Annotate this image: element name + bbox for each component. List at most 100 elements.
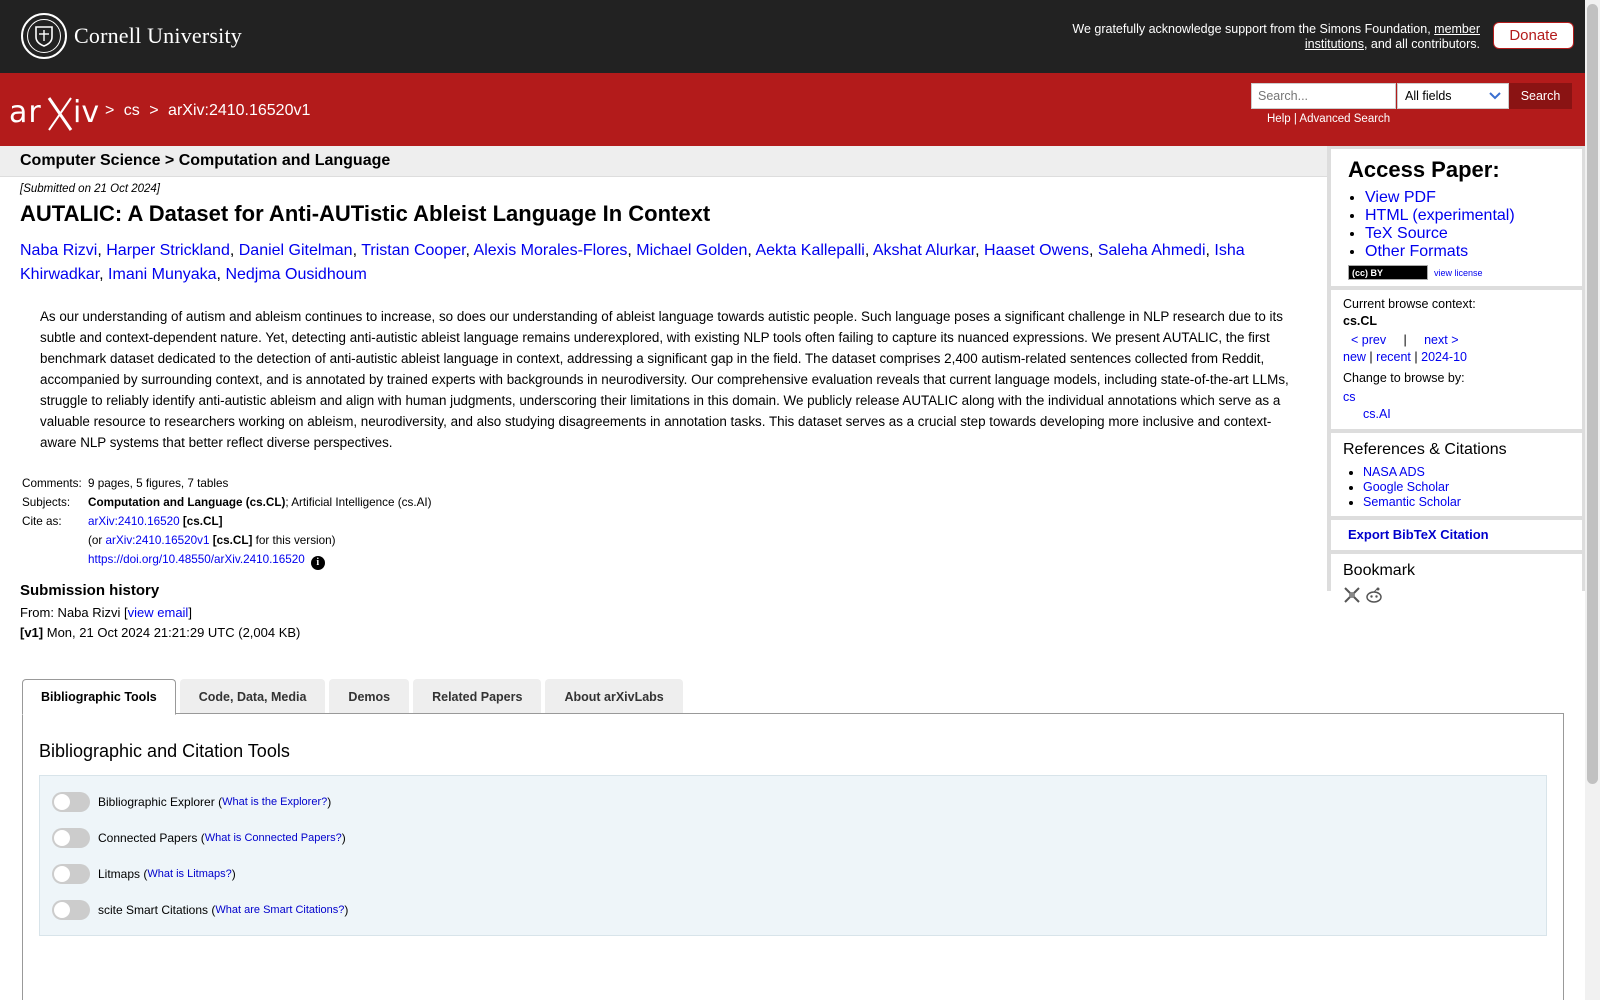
- search-links: Help | Advanced Search: [1267, 113, 1391, 125]
- tab-bibliographic-tools[interactable]: Bibliographic Tools: [22, 679, 176, 715]
- crumb-cs[interactable]: cs: [124, 102, 140, 119]
- author-link[interactable]: Tristan Cooper: [361, 242, 465, 259]
- references-citations: References & Citations NASA ADS Google S…: [1331, 433, 1582, 516]
- info-icon[interactable]: i: [310, 555, 325, 570]
- support-text: We gratefully acknowledge support from t…: [1072, 22, 1480, 51]
- author-link[interactable]: Nedjma Ousidhoum: [225, 266, 366, 283]
- category-header: Computer Science > Computation and Langu…: [0, 146, 1327, 177]
- author-separator: ,: [99, 266, 109, 283]
- semantic-scholar-link[interactable]: Semantic Scholar: [1363, 495, 1461, 509]
- author-link[interactable]: Naba Rizvi: [20, 242, 97, 259]
- author-link[interactable]: Harper Strickland: [106, 242, 230, 259]
- cite-id-link[interactable]: arXiv:2410.16520: [88, 515, 180, 528]
- author-link[interactable]: Michael Golden: [636, 242, 747, 259]
- tab-about-arxivlabs[interactable]: About arXivLabs: [545, 679, 683, 713]
- view-pdf-link[interactable]: View PDF: [1365, 189, 1436, 206]
- connected-papers-help-link[interactable]: What is Connected Papers?: [205, 832, 342, 844]
- donate-button[interactable]: Donate: [1493, 22, 1574, 49]
- connected-papers-toggle[interactable]: [52, 828, 90, 848]
- browse-context: Current browse context: cs.CL < prev | n…: [1331, 290, 1582, 429]
- litmaps-toggle[interactable]: [52, 864, 90, 884]
- tex-source-link[interactable]: TeX Source: [1365, 225, 1448, 242]
- doi-row: https://doi.org/10.48550/arXiv.2410.1652…: [86, 551, 434, 574]
- tab-related-papers[interactable]: Related Papers: [413, 679, 542, 713]
- author-separator: ,: [975, 242, 985, 259]
- author-separator: ,: [465, 242, 474, 259]
- cornell-header: Cornell University We gratefully acknowl…: [0, 0, 1585, 73]
- prev-link[interactable]: < prev: [1351, 333, 1386, 347]
- tab-demos[interactable]: Demos: [329, 679, 410, 713]
- author-link[interactable]: Haaset Owens: [984, 242, 1089, 259]
- author-link[interactable]: Daniel Gitelman: [239, 242, 353, 259]
- litmaps-help-link[interactable]: What is Litmaps?: [147, 868, 231, 880]
- right-sidebar: Access Paper: View PDF HTML (experimenta…: [1327, 146, 1585, 610]
- svg-text:ar: ar: [9, 95, 42, 130]
- author-separator: ,: [864, 242, 873, 259]
- submitted-date: [Submitted on 21 Oct 2024]: [20, 183, 161, 195]
- recent-link[interactable]: recent: [1376, 350, 1411, 364]
- search-button[interactable]: Search: [1509, 83, 1572, 109]
- doi-link[interactable]: https://doi.org/10.48550/arXiv.2410.1652…: [88, 553, 305, 566]
- tool-row: scite Smart Citations (What are Smart Ci…: [52, 900, 348, 920]
- subjects-value: Computation and Language (cs.CL); Artifi…: [88, 496, 432, 509]
- submission-history-title: Submission history: [20, 581, 160, 599]
- scite-help-link[interactable]: What are Smart Citations?: [215, 904, 344, 916]
- tab-panel: Bibliographic and Citation Tools Bibliog…: [22, 713, 1564, 1000]
- license: (cc) BY view license: [1348, 265, 1570, 280]
- svg-text:iv: iv: [73, 95, 99, 130]
- bibliographic-explorer-toggle[interactable]: [52, 792, 90, 812]
- new-link[interactable]: new: [1343, 350, 1366, 364]
- access-paper: Access Paper: View PDF HTML (experimenta…: [1331, 149, 1582, 286]
- author-separator: ,: [229, 242, 239, 259]
- labs-tabs: Bibliographic Tools Code, Data, Media De…: [22, 679, 687, 715]
- html-link[interactable]: HTML (experimental): [1365, 207, 1515, 224]
- author-link[interactable]: Alexis Morales-Flores: [474, 242, 628, 259]
- browse-cs-link[interactable]: cs: [1343, 390, 1356, 404]
- search-field-select[interactable]: All fields: [1397, 83, 1509, 109]
- bibsonomy-icon[interactable]: [1343, 586, 1361, 604]
- author-separator: ,: [1088, 242, 1098, 259]
- reddit-icon[interactable]: [1365, 586, 1383, 604]
- cite-version: (or arXiv:2410.16520v1 [cs.CL] for this …: [88, 534, 336, 547]
- author-link[interactable]: Akshat Alurkar: [873, 242, 975, 259]
- tool-row: Bibliographic Explorer (What is the Expl…: [52, 792, 331, 812]
- cornell-logo[interactable]: Cornell University: [21, 13, 242, 59]
- page-scrollbar[interactable]: [1585, 0, 1600, 1000]
- view-license-link[interactable]: view license: [1434, 268, 1483, 278]
- author-link[interactable]: Imani Munyaka: [108, 266, 217, 283]
- month-link[interactable]: 2024-10: [1421, 350, 1467, 364]
- export-bibtex-link[interactable]: Export BibTeX Citation: [1348, 527, 1489, 542]
- browse-context-value: cs.CL: [1343, 314, 1378, 328]
- refs-title: References & Citations: [1343, 441, 1507, 458]
- submission-history: From: Naba Rizvi [view email] [v1] Mon, …: [20, 604, 301, 640]
- browse-csai-link[interactable]: cs.AI: [1363, 407, 1391, 421]
- tab-code-data-media[interactable]: Code, Data, Media: [179, 679, 326, 713]
- google-scholar-link[interactable]: Google Scholar: [1363, 480, 1449, 494]
- author-list: Naba Rizvi, Harper Strickland, Daniel Gi…: [20, 239, 1270, 287]
- next-link[interactable]: next >: [1424, 333, 1458, 347]
- cc-by-badge-icon[interactable]: (cc) BY: [1348, 265, 1428, 280]
- cite-label: Cite as:: [22, 515, 62, 528]
- author-link[interactable]: Aekta Kallepalli: [755, 242, 864, 259]
- explorer-help-link[interactable]: What is the Explorer?: [222, 796, 327, 808]
- breadcrumb: > cs > arXiv:2410.16520v1: [105, 102, 311, 119]
- bookmark: Bookmark: [1331, 554, 1582, 610]
- cite-version-link[interactable]: arXiv:2410.16520v1: [106, 534, 210, 547]
- tool-row: Litmaps (What is Litmaps?): [52, 864, 236, 884]
- nasa-ads-link[interactable]: NASA ADS: [1363, 465, 1425, 479]
- author-link[interactable]: Saleha Ahmedi: [1098, 242, 1206, 259]
- scrollbar-thumb[interactable]: [1587, 4, 1598, 784]
- abstract: As our understanding of autism and ablei…: [40, 309, 1289, 450]
- scite-toggle[interactable]: [52, 900, 90, 920]
- help-link[interactable]: Help: [1267, 113, 1291, 125]
- cite-value: arXiv:2410.16520 [cs.CL]: [88, 515, 223, 528]
- view-email-link[interactable]: view email: [128, 605, 189, 620]
- other-formats-link[interactable]: Other Formats: [1365, 243, 1468, 260]
- arxiv-logo[interactable]: ar iv: [9, 92, 101, 137]
- metadata-table: Comments: 9 pages, 5 figures, 7 tables S…: [20, 475, 434, 574]
- comments-value: 9 pages, 5 figures, 7 tables: [88, 477, 229, 490]
- search-input[interactable]: [1251, 83, 1396, 109]
- author-separator: ,: [627, 242, 637, 259]
- comments-label: Comments:: [22, 477, 82, 490]
- advanced-search-link[interactable]: Advanced Search: [1299, 113, 1390, 125]
